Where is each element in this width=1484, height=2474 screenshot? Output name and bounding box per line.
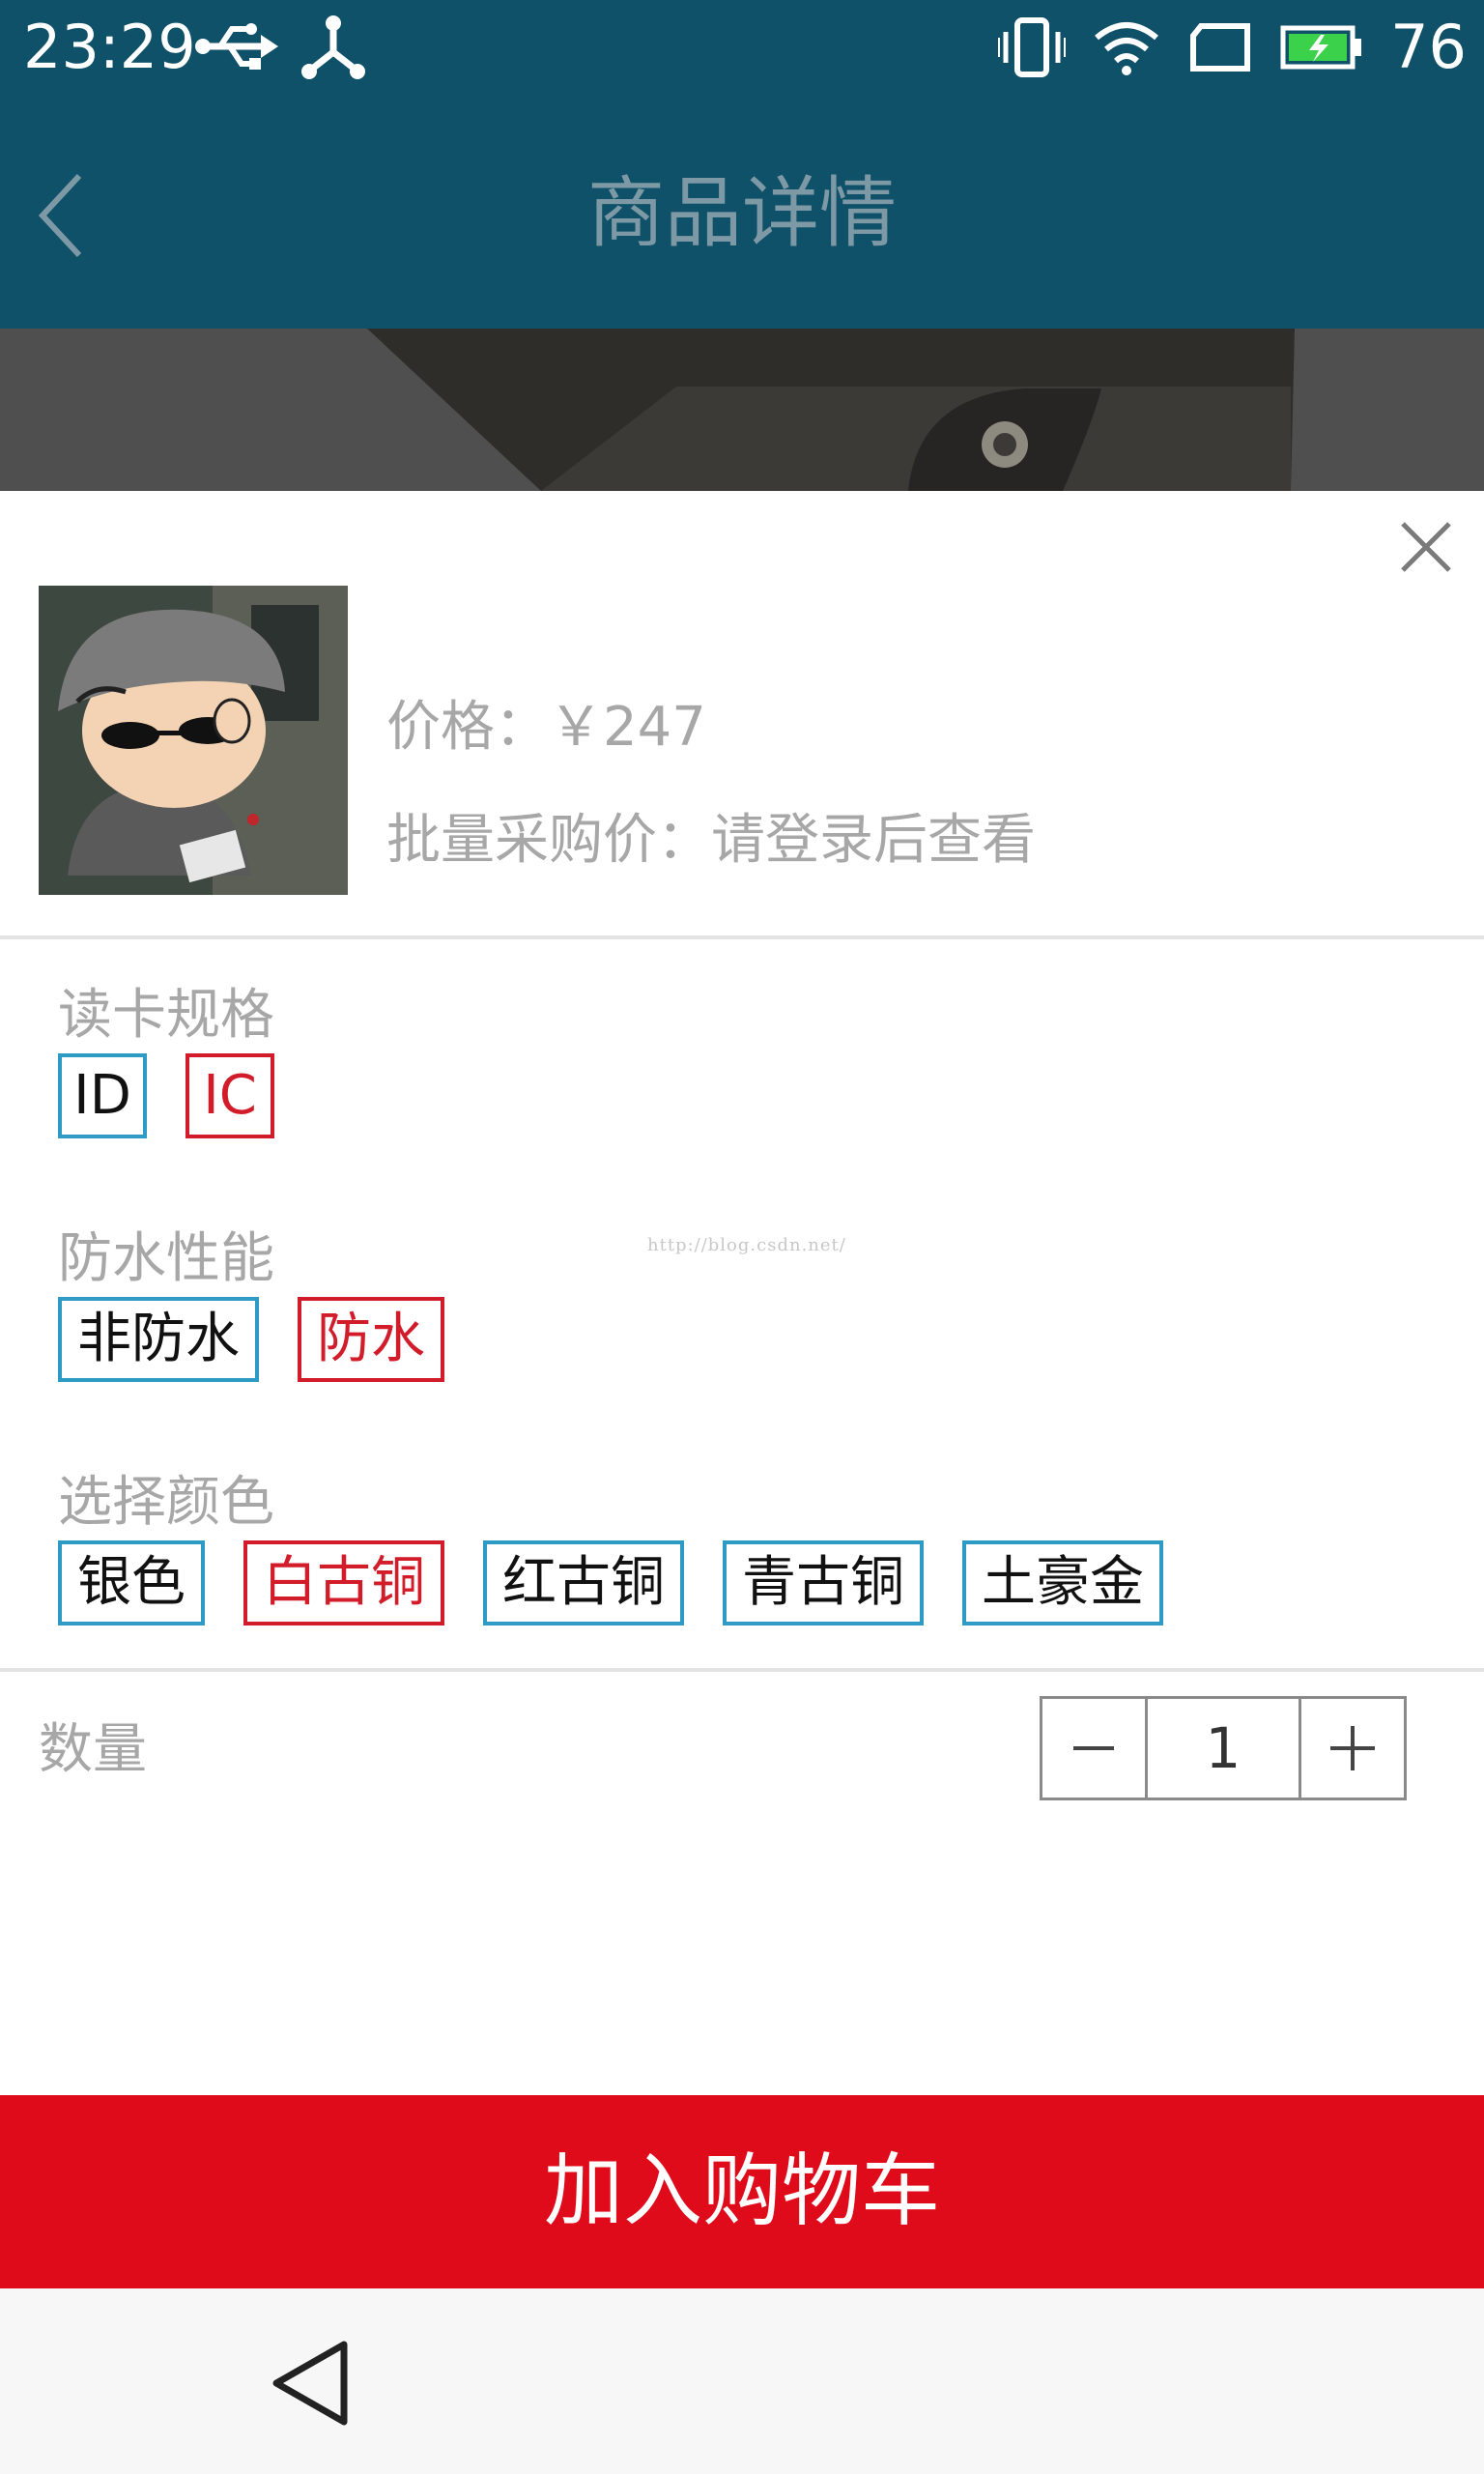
quantity-label: 数量 xyxy=(39,1718,147,1781)
status-time: 23:29 xyxy=(23,12,196,82)
increment-button[interactable] xyxy=(1301,1699,1404,1798)
divider xyxy=(0,935,1484,939)
battery-level: 76 xyxy=(1390,12,1467,82)
option-chip-white-bronze[interactable]: 白古铜 xyxy=(243,1540,444,1625)
page-title: 商品详情 xyxy=(587,168,897,258)
add-to-cart-button[interactable]: 加入购物车 xyxy=(0,2095,1484,2288)
spec-title-card-type: 读卡规格 xyxy=(58,984,274,1047)
battery-charging-icon xyxy=(1280,25,1362,70)
product-thumbnail xyxy=(39,586,348,895)
price-label: 价格：￥247 xyxy=(386,696,706,759)
spec-title-waterproof: 防水性能 xyxy=(58,1227,274,1290)
close-icon[interactable] xyxy=(1397,518,1455,576)
triangle-back-icon[interactable] xyxy=(269,2339,352,2428)
wifi-icon xyxy=(1095,22,1159,75)
watermark-text: http://blog.csdn.net/ xyxy=(647,1235,846,1255)
usb-icon xyxy=(195,23,278,70)
option-chip-id[interactable]: ID xyxy=(58,1053,147,1138)
minus-icon xyxy=(1073,1746,1114,1750)
option-chip-red-bronze[interactable]: 红古铜 xyxy=(483,1540,684,1625)
product-banner-image xyxy=(0,329,1484,491)
decrement-button[interactable] xyxy=(1042,1699,1145,1798)
spec-title-color: 选择颜色 xyxy=(58,1471,274,1534)
quantity-stepper: 1 xyxy=(1040,1696,1407,1800)
divider xyxy=(0,1668,1484,1672)
quantity-input[interactable]: 1 xyxy=(1145,1699,1301,1798)
share-icon xyxy=(301,15,365,79)
system-nav-bar xyxy=(0,2288,1484,2474)
option-chip-non-waterproof[interactable]: 非防水 xyxy=(58,1297,259,1382)
sim-icon xyxy=(1190,23,1251,72)
option-chip-green-bronze[interactable]: 青古铜 xyxy=(723,1540,924,1625)
option-chip-waterproof[interactable]: 防水 xyxy=(298,1297,444,1382)
status-bar: 23:29 76 xyxy=(0,0,1484,97)
option-chip-ic[interactable]: IC xyxy=(186,1053,274,1138)
option-chip-silver[interactable]: 银色 xyxy=(58,1540,205,1625)
option-chip-gold[interactable]: 土豪金 xyxy=(962,1540,1163,1625)
plus-icon xyxy=(1330,1726,1375,1770)
vibrate-icon xyxy=(998,17,1067,77)
bulk-price-label: 批量采购价：请登录后查看 xyxy=(386,809,1036,872)
